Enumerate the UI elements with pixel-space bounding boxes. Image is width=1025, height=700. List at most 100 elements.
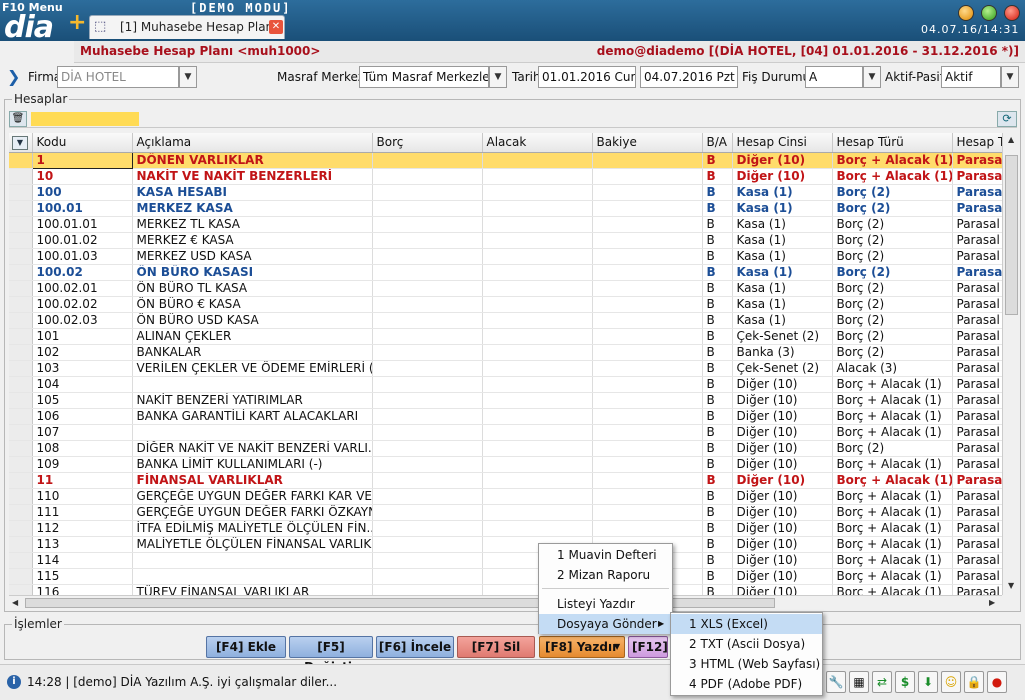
- cell-aciklama: DÖNEN VARLIKLAR: [132, 152, 373, 169]
- cell-borc: [372, 472, 483, 489]
- table-row[interactable]: 105 NAKİT BENZERİ YATIRIMLAR B Diğer (10) Bo…: [9, 392, 1002, 409]
- table-row[interactable]: 112 İTFA EDİLMİŞ MALİYETLE ÖLÇÜLEN FİN...…: [9, 520, 1002, 537]
- currency-icon[interactable]: $: [895, 671, 915, 693]
- cell-kodu: 110: [32, 488, 133, 505]
- fis-dropdown-icon[interactable]: ▼: [863, 66, 881, 88]
- table-row[interactable]: 11 FİNANSAL VARLIKLAR B Diğer (10) Borç + Al…: [9, 472, 1002, 489]
- cell-aciklama: ÖN BÜRO € KASA: [132, 296, 373, 313]
- cell-kodu: 100.02: [32, 264, 133, 281]
- col-kodu[interactable]: Kodu: [32, 133, 133, 153]
- menu-item-html[interactable]: 3 HTML (Web Sayfası): [671, 654, 822, 674]
- quick-filter-input[interactable]: [31, 112, 139, 126]
- trash-icon[interactable]: 🗑: [9, 111, 27, 127]
- col-ba[interactable]: B/A: [702, 133, 733, 153]
- minimize-button[interactable]: [958, 5, 974, 21]
- table-row[interactable]: 114 BDiğer (10)Borç + Alacak (1)Parasal (: [9, 552, 1002, 569]
- tarih-to-field[interactable]: 04.07.2016 Pzt: [640, 66, 738, 88]
- column-chooser-icon[interactable]: ▼: [12, 136, 28, 151]
- col-hesap-tipi[interactable]: Hesap T: [952, 133, 1002, 153]
- table-row[interactable]: 10 NAKİT VE NAKİT BENZERLERİ B Diğer (10) Bo…: [9, 168, 1002, 185]
- menu-item-pdf[interactable]: 4 PDF (Adobe PDF): [671, 674, 822, 694]
- table-row[interactable]: 110 GERÇEĞE UYGUN DEĞER FARKI KAR VE... B D…: [9, 488, 1002, 505]
- menu-item-txt[interactable]: 2 TXT (Ascii Dosya): [671, 634, 822, 654]
- table-row[interactable]: 100.01.01 MERKEZ TL KASA B Kasa (1) Borç (2)…: [9, 216, 1002, 233]
- scroll-up-icon[interactable]: ▲: [1008, 135, 1014, 144]
- table-row[interactable]: 100.02.02 ÖN BÜRO € KASA B Kasa (1) Borç (2)…: [9, 296, 1002, 313]
- table-row[interactable]: 102BANKALAR BBanka (3)Borç (2)Parasal (: [9, 344, 1002, 361]
- wrench-icon[interactable]: 🔧: [826, 671, 846, 693]
- masraf-field[interactable]: Tüm Masraf Merkezleri: [359, 66, 489, 88]
- vertical-scroll-thumb[interactable]: [1005, 155, 1018, 315]
- calculator-icon[interactable]: ▦: [849, 671, 869, 693]
- smiley-icon[interactable]: ☺: [941, 671, 961, 693]
- cell-borc: [372, 248, 483, 265]
- tab-muhasebe-hesap-plani[interactable]: ⬚ [1] Muhasebe Hesap Planı ✕: [89, 15, 285, 39]
- yazdir-button[interactable]: [F8] Yazdır ▼: [539, 636, 625, 658]
- table-row[interactable]: 107 BDiğer (10)Borç + Alacak (1)Parasal (: [9, 424, 1002, 441]
- table-row[interactable]: 106 BANKA GARANTİLİ KART ALACAKLARI B Diğer…: [9, 408, 1002, 425]
- col-hesap-cinsi[interactable]: Hesap Cinsi: [732, 133, 833, 153]
- tarih-from-field[interactable]: 01.01.2016 Cum: [538, 66, 636, 88]
- download-icon[interactable]: ⬇: [918, 671, 938, 693]
- sync-icon[interactable]: ⇄: [872, 671, 892, 693]
- col-alacak[interactable]: Alacak: [482, 133, 593, 153]
- scroll-right-icon[interactable]: ▶: [989, 598, 995, 607]
- col-borc[interactable]: Borç: [372, 133, 483, 153]
- cell-hesap-tipi: Parasal (: [952, 376, 1002, 393]
- menu-item-listeyi-yazdir[interactable]: Listeyi Yazdır: [539, 594, 672, 614]
- degistir-button[interactable]: [F5] Değiştir: [289, 636, 373, 674]
- firma-field[interactable]: DİA HOTEL: [57, 66, 179, 88]
- cell-ba: B: [702, 440, 733, 457]
- table-row[interactable]: 100.02.03 ÖN BÜRO USD KASA B Kasa (1) Borç (…: [9, 312, 1002, 329]
- incele-button[interactable]: [F6] İncele: [376, 636, 454, 658]
- cell-borc: [372, 312, 483, 329]
- cell-kodu: 115: [32, 568, 133, 585]
- ekle-button[interactable]: [F4] Ekle: [206, 636, 286, 658]
- table-row[interactable]: 108 DİĞER NAKİT VE NAKİT BENZERİ VARLI...…: [9, 440, 1002, 457]
- table-row[interactable]: 116 TÜREV FİNANSAL VARLIKLAR B Diğer (10) Bo…: [9, 584, 1002, 595]
- table-row[interactable]: 100 KASA HESABI B Kasa (1) Borç (2) Parasal: [9, 184, 1002, 201]
- cell-hesap-tipi: Parasal: [952, 168, 1002, 185]
- f12-button[interactable]: [F12]: [628, 636, 668, 658]
- col-bakiye[interactable]: Bakiye: [592, 133, 703, 153]
- col-hesap-turu[interactable]: Hesap Türü: [832, 133, 953, 153]
- aktif-dropdown-icon[interactable]: ▼: [1001, 66, 1019, 88]
- vertical-scrollbar[interactable]: ▲ ▼: [1002, 133, 1019, 595]
- maximize-button[interactable]: [981, 5, 997, 21]
- menu-item-muavin[interactable]: 1 Muavin Defteri: [539, 545, 672, 565]
- menu-item-xls[interactable]: 1 XLS (Excel): [671, 614, 822, 634]
- horizontal-scrollbar[interactable]: ◀ ▶: [9, 595, 1002, 609]
- table-row[interactable]: 111 GERÇEĞE UYGUN DEĞER FARKI ÖZKAYN... B D…: [9, 504, 1002, 521]
- table-row[interactable]: 100.01.03 MERKEZ USD KASA B Kasa (1) Borç (2…: [9, 248, 1002, 265]
- expand-arrow-icon[interactable]: ❯: [7, 67, 20, 86]
- tab-close-icon[interactable]: ✕: [269, 20, 283, 34]
- sil-button[interactable]: [F7] Sil: [457, 636, 535, 658]
- lock-icon[interactable]: 🔒: [964, 671, 984, 693]
- table-row[interactable]: 115 BDiğer (10)Borç + Alacak (1)Parasal (: [9, 568, 1002, 585]
- firma-dropdown-icon[interactable]: ▼: [179, 66, 197, 88]
- scroll-left-icon[interactable]: ◀: [12, 598, 18, 607]
- table-row[interactable]: 104 BDiğer (10)Borç + Alacak (1)Parasal (: [9, 376, 1002, 393]
- column-selector[interactable]: ▼: [9, 133, 33, 153]
- table-row[interactable]: 100.01 MERKEZ KASA B Kasa (1) Borç (2) Parasa…: [9, 200, 1002, 217]
- col-aciklama[interactable]: Açıklama: [132, 133, 373, 153]
- menu-item-dosyaya-gonder[interactable]: Dosyaya Gönder ▶: [539, 614, 672, 634]
- table-row[interactable]: 113 MALİYETLE ÖLÇÜLEN FİNANSAL VARLIK... B…: [9, 536, 1002, 553]
- refresh-icon[interactable]: ⟳: [997, 111, 1017, 127]
- table-row[interactable]: 100.02.01 ÖN BÜRO TL KASA B Kasa (1) Borç (2…: [9, 280, 1002, 297]
- aktif-field[interactable]: Aktif: [941, 66, 1001, 88]
- table-row[interactable]: 100.01.02 MERKEZ € KASA B Kasa (1) Borç (2) P…: [9, 232, 1002, 249]
- menu-item-mizan[interactable]: 2 Mizan Raporu: [539, 565, 672, 585]
- table-row[interactable]: 109 BANKA LİMİT KULLANIMLARI (-) B Diğer (1…: [9, 456, 1002, 473]
- masraf-dropdown-icon[interactable]: ▼: [489, 66, 507, 88]
- table-row[interactable]: 100.02 ÖN BÜRO KASASI B Kasa (1) Borç (2) Par…: [9, 264, 1002, 281]
- close-window-button[interactable]: [1004, 5, 1020, 21]
- fis-field[interactable]: A: [805, 66, 863, 88]
- power-icon[interactable]: ●: [987, 671, 1007, 693]
- scroll-down-icon[interactable]: ▼: [1008, 581, 1014, 590]
- table-row[interactable]: 101 ALINAN ÇEKLER B Çek-Senet (2) Borç (2) Pa…: [9, 328, 1002, 345]
- table-row[interactable]: 1 DÖNEN VARLIKLAR B Diğer (10) Borç + Alacak…: [9, 151, 1002, 169]
- new-tab-plus-icon[interactable]: +: [68, 12, 86, 34]
- table-row[interactable]: 103 VERİLEN ÇEKLER VE ÖDEME EMİRLERİ (-) B…: [9, 360, 1002, 377]
- cell-hesap-tipi: Parasal (: [952, 232, 1002, 249]
